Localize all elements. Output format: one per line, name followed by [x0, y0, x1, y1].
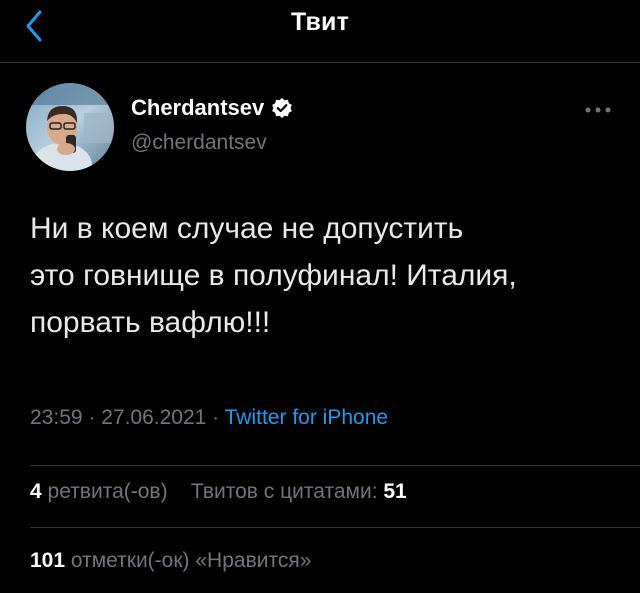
author-handle[interactable]: @cherdantsev — [131, 131, 267, 155]
tweet-meta: 23:59 · 27.06.2021 · Twitter for iPhone — [30, 406, 388, 430]
divider — [30, 465, 640, 466]
retweets-label: ретвита(-ов) — [47, 480, 168, 503]
more-dots-icon — [585, 107, 611, 113]
author-display-name: Cherdantsev — [131, 95, 265, 120]
tweet-time[interactable]: 23:59 — [30, 406, 83, 429]
likes-label: отметки(-ок) «Нравится» — [70, 549, 312, 572]
retweets-count: 4 — [30, 480, 42, 503]
author-name-row[interactable]: Cherdantsev — [131, 96, 293, 120]
quotes-label: Твитов с цитатами: — [190, 480, 378, 503]
tweet-text-line: Ни в коем случае не допустить — [30, 212, 464, 245]
likes-count: 101 — [30, 549, 66, 572]
divider — [30, 527, 640, 528]
retweets-stat[interactable]: 4 ретвита(-ов) — [30, 480, 168, 503]
meta-separator: · — [82, 406, 102, 429]
more-options-button[interactable] — [578, 96, 618, 124]
page-title: Твит — [290, 8, 350, 36]
tweet-source-link[interactable]: Twitter for iPhone — [225, 406, 388, 429]
likes-stat[interactable]: 101 отметки(-ок) «Нравится» — [30, 549, 311, 572]
quotes-count: 51 — [383, 480, 407, 503]
meta-separator: · — [206, 406, 225, 429]
avatar[interactable] — [26, 83, 114, 171]
quotes-stat[interactable]: Твитов с цитатами: 51 — [191, 480, 407, 503]
likes-stat-row: 101 отметки(-ок) «Нравится» — [30, 549, 311, 573]
top-bar: Твит — [0, 0, 640, 63]
tweet-date[interactable]: 27.06.2021 — [101, 406, 206, 429]
tweet-text-line: это говнище в полуфинал! Италия, — [30, 259, 517, 292]
tweet-text: Ни в коем случае не допустить это говнищ… — [30, 205, 620, 346]
tweet-text-line: порвать вафлю!!! — [30, 306, 271, 339]
verified-badge-icon — [272, 98, 293, 118]
engagement-stats: 4 ретвита(-ов) Твитов с цитатами: 51 — [30, 480, 407, 504]
